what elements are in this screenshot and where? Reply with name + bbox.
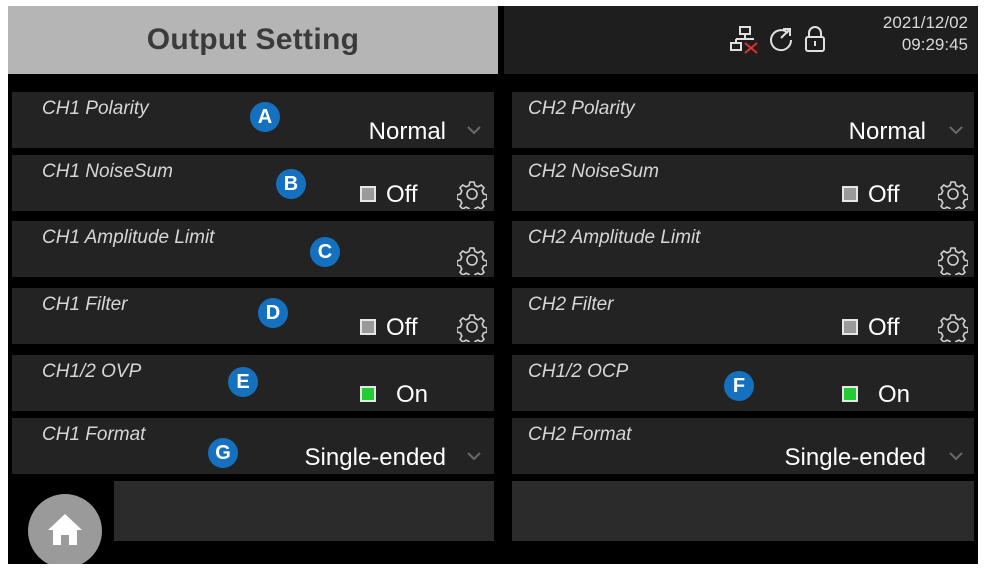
title-bar: Output Setting bbox=[8, 6, 498, 74]
datetime: 2021/12/02 09:29:45 bbox=[883, 12, 968, 56]
ch2-filter-checkbox[interactable] bbox=[842, 319, 858, 335]
ch2-polarity-label: CH2 Polarity bbox=[528, 98, 635, 119]
chevron-down-icon[interactable] bbox=[948, 448, 964, 464]
ch1-format-value: Single-ended bbox=[304, 444, 446, 471]
callout-badge-e: E bbox=[228, 367, 258, 397]
ch1-noisesum-checkbox[interactable] bbox=[360, 186, 376, 202]
lock-icon[interactable] bbox=[800, 24, 830, 54]
ch2-polarity-field[interactable]: CH2 Polarity Normal bbox=[512, 92, 974, 148]
gear-icon[interactable] bbox=[457, 179, 487, 209]
ch1-amplitude-limit-field[interactable]: CH1 Amplitude Limit C bbox=[12, 221, 494, 277]
ch1-filter-label: CH1 Filter bbox=[42, 294, 128, 315]
ch1-polarity-field[interactable]: CH1 Polarity A Normal bbox=[12, 92, 494, 148]
ch1-noisesum-state: Off bbox=[386, 181, 418, 208]
page-title: Output Setting bbox=[146, 23, 360, 56]
ch12-ocp-field[interactable]: CH1/2 OCP F On bbox=[512, 355, 974, 411]
ch12-ocp-label: CH1/2 OCP bbox=[528, 361, 629, 382]
ch12-ovp-checkbox[interactable] bbox=[360, 386, 376, 402]
ch2-noisesum-checkbox[interactable] bbox=[842, 186, 858, 202]
ch2-amplitude-limit-label: CH2 Amplitude Limit bbox=[528, 227, 701, 248]
ch2-amplitude-limit-field[interactable]: CH2 Amplitude Limit bbox=[512, 221, 974, 277]
ch12-ovp-state: On bbox=[396, 381, 429, 408]
callout-badge-a: A bbox=[250, 102, 280, 132]
callout-badge-b: B bbox=[276, 169, 306, 199]
status-bar: 2021/12/02 09:29:45 bbox=[504, 6, 978, 74]
gear-icon[interactable] bbox=[457, 312, 487, 342]
ch1-filter-state: Off bbox=[386, 314, 418, 341]
home-button[interactable] bbox=[28, 494, 102, 564]
ch1-polarity-value: Normal bbox=[368, 118, 446, 145]
ch1-amplitude-limit-label: CH1 Amplitude Limit bbox=[42, 227, 215, 248]
gear-icon[interactable] bbox=[938, 179, 968, 209]
date-text: 2021/12/02 bbox=[882, 13, 968, 32]
ch12-ocp-checkbox[interactable] bbox=[842, 386, 858, 402]
callout-badge-d: D bbox=[258, 298, 288, 328]
ch2-filter-state: Off bbox=[868, 314, 900, 341]
chevron-down-icon[interactable] bbox=[466, 122, 482, 138]
home-icon bbox=[48, 514, 82, 545]
network-disconnected-icon[interactable] bbox=[730, 24, 760, 54]
refresh-icon[interactable] bbox=[766, 24, 796, 54]
gear-icon[interactable] bbox=[457, 245, 487, 275]
ch2-filter-field[interactable]: CH2 Filter Off bbox=[512, 288, 974, 344]
output-setting-screen: Output Setting 2021/12/02 09:29:45 CH1 P… bbox=[8, 6, 978, 564]
ch1-format-field[interactable]: CH1 Format G Single-ended bbox=[12, 418, 494, 474]
ch2-noisesum-state: Off bbox=[868, 181, 900, 208]
chevron-down-icon[interactable] bbox=[466, 448, 482, 464]
callout-badge-f: F bbox=[724, 371, 754, 401]
ch2-polarity-value: Normal bbox=[848, 118, 926, 145]
ch12-ovp-label: CH1/2 OVP bbox=[42, 361, 142, 382]
callout-badge-c: C bbox=[310, 237, 340, 267]
empty-panel-left bbox=[114, 481, 494, 541]
time-text: 09:29:45 bbox=[901, 35, 968, 54]
ch2-noisesum-field[interactable]: CH2 NoiseSum Off bbox=[512, 155, 974, 211]
ch1-filter-field[interactable]: CH1 Filter D Off bbox=[12, 288, 494, 344]
ch2-filter-label: CH2 Filter bbox=[528, 294, 614, 315]
ch1-polarity-label: CH1 Polarity bbox=[42, 98, 149, 119]
ch12-ocp-state: On bbox=[878, 381, 911, 408]
chevron-down-icon[interactable] bbox=[948, 122, 964, 138]
empty-panel-right bbox=[512, 481, 974, 541]
ch12-ovp-field[interactable]: CH1/2 OVP E On bbox=[12, 355, 494, 411]
ch1-filter-checkbox[interactable] bbox=[360, 319, 376, 335]
ch1-noisesum-label: CH1 NoiseSum bbox=[42, 161, 173, 182]
ch2-format-field[interactable]: CH2 Format Single-ended bbox=[512, 418, 974, 474]
ch2-format-label: CH2 Format bbox=[528, 424, 632, 445]
ch1-format-label: CH1 Format bbox=[42, 424, 146, 445]
callout-badge-g: G bbox=[208, 438, 238, 468]
gear-icon[interactable] bbox=[938, 312, 968, 342]
ch2-format-value: Single-ended bbox=[784, 444, 926, 471]
gear-icon[interactable] bbox=[938, 245, 968, 275]
ch1-noisesum-field[interactable]: CH1 NoiseSum B Off bbox=[12, 155, 494, 211]
ch2-noisesum-label: CH2 NoiseSum bbox=[528, 161, 659, 182]
